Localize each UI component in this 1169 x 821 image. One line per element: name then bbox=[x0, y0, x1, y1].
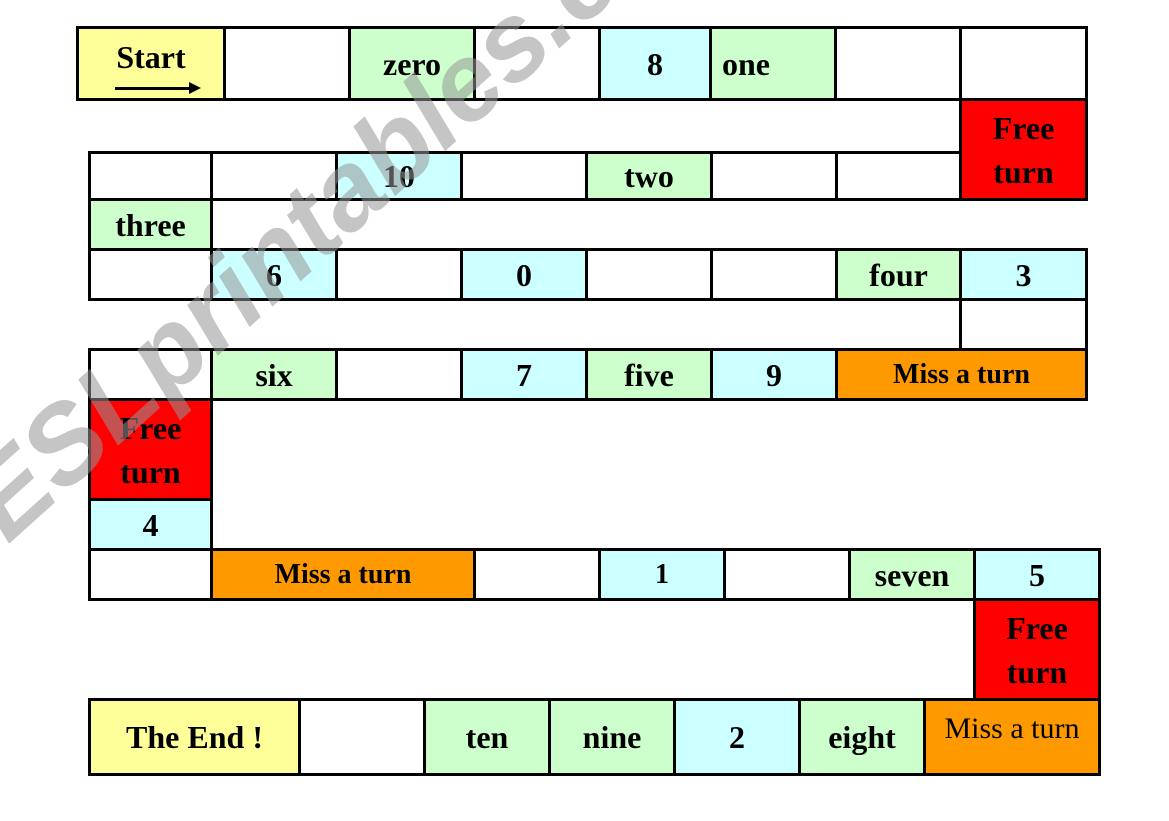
board-square-blank bbox=[710, 151, 838, 201]
board-square-blank bbox=[460, 151, 588, 201]
board-square-blank bbox=[723, 548, 851, 601]
board-square-blank bbox=[335, 248, 463, 301]
board-square-zero: zero bbox=[348, 26, 476, 101]
board-square-free-turn: Free turn bbox=[973, 598, 1101, 701]
board-square-nine: nine bbox=[548, 698, 676, 776]
square-label: Miss a turn bbox=[893, 358, 1030, 390]
square-label: 4 bbox=[142, 506, 159, 543]
square-label: 3 bbox=[1015, 256, 1032, 293]
board-square-six: six bbox=[210, 348, 338, 401]
square-label: eight bbox=[828, 719, 896, 755]
board-square-ten: ten bbox=[423, 698, 551, 776]
board-square-seven: seven bbox=[848, 548, 976, 601]
board-square-blank bbox=[88, 548, 213, 601]
square-label: 9 bbox=[766, 356, 782, 393]
square-label: two bbox=[624, 158, 674, 194]
board-square-blank bbox=[473, 548, 601, 601]
board-square-blank bbox=[335, 348, 463, 401]
square-label: ten bbox=[465, 719, 509, 755]
square-label: six bbox=[255, 356, 293, 393]
game-board: Start zero 8 one Free turn 10 two three 6 0 four 3 s… bbox=[0, 0, 1169, 821]
square-label: nine bbox=[582, 719, 642, 755]
board-square-10: 10 bbox=[335, 151, 463, 201]
square-label: Miss a turn bbox=[274, 558, 412, 590]
board-square-2: 2 bbox=[673, 698, 801, 776]
square-label: Free turn bbox=[1006, 609, 1068, 690]
square-label: five bbox=[624, 356, 674, 393]
square-label: 10 bbox=[383, 158, 415, 194]
board-square-4: 4 bbox=[88, 498, 213, 551]
square-label: seven bbox=[874, 556, 950, 593]
board-square-blank bbox=[88, 348, 213, 401]
board-square-five: five bbox=[585, 348, 713, 401]
board-square-blank bbox=[835, 151, 962, 201]
square-label: 5 bbox=[1029, 556, 1045, 593]
arrow-right-icon bbox=[115, 82, 201, 94]
board-square-blank bbox=[834, 26, 962, 101]
board-square-free-turn: Free turn bbox=[959, 98, 1088, 201]
board-square-blank bbox=[298, 698, 426, 776]
board-square-0: 0 bbox=[460, 248, 588, 301]
board-square-blank bbox=[223, 26, 351, 101]
board-square-miss-a-turn: Miss a turn bbox=[835, 348, 1088, 401]
square-label: Miss a turn bbox=[944, 712, 1080, 745]
board-square-8: 8 bbox=[598, 26, 712, 101]
board-square-1: 1 bbox=[598, 548, 726, 601]
square-label: 1 bbox=[655, 558, 669, 590]
square-label: zero bbox=[382, 45, 442, 82]
square-label: The End ! bbox=[126, 719, 263, 755]
square-label: four bbox=[869, 256, 928, 293]
square-label: 7 bbox=[516, 356, 532, 393]
square-label: 6 bbox=[266, 256, 282, 293]
square-label: three bbox=[115, 206, 186, 243]
board-square-two: two bbox=[585, 151, 713, 201]
board-square-blank bbox=[710, 248, 838, 301]
square-label: 2 bbox=[729, 719, 745, 755]
board-square-5: 5 bbox=[973, 548, 1101, 601]
board-square-6: 6 bbox=[210, 248, 338, 301]
board-square-blank bbox=[585, 248, 713, 301]
square-label: 8 bbox=[647, 45, 663, 82]
board-square-three: three bbox=[88, 198, 213, 251]
board-square-eight: eight bbox=[798, 698, 926, 776]
board-square-start: Start bbox=[76, 26, 226, 101]
board-square-the-end: The End ! bbox=[88, 698, 301, 776]
square-label: Start bbox=[116, 39, 186, 75]
board-square-blank bbox=[210, 151, 338, 201]
board-square-miss-a-turn: Miss a turn bbox=[923, 698, 1101, 776]
square-label: 0 bbox=[516, 256, 532, 293]
square-label: Free turn bbox=[119, 409, 182, 490]
board-square-miss-a-turn: Miss a turn bbox=[210, 548, 476, 601]
board-square-blank bbox=[959, 26, 1088, 101]
board-square-four: four bbox=[835, 248, 962, 301]
board-square-blank bbox=[88, 151, 213, 201]
board-square-blank bbox=[88, 248, 213, 301]
board-square-one: one bbox=[709, 26, 837, 101]
square-label: one bbox=[722, 45, 770, 82]
board-square-3: 3 bbox=[959, 248, 1088, 301]
board-square-free-turn: Free turn bbox=[88, 398, 213, 501]
board-square-blank bbox=[959, 298, 1088, 351]
board-square-7: 7 bbox=[460, 348, 588, 401]
board-square-9: 9 bbox=[710, 348, 838, 401]
square-label: Free turn bbox=[992, 109, 1055, 190]
board-square-blank bbox=[473, 26, 601, 101]
